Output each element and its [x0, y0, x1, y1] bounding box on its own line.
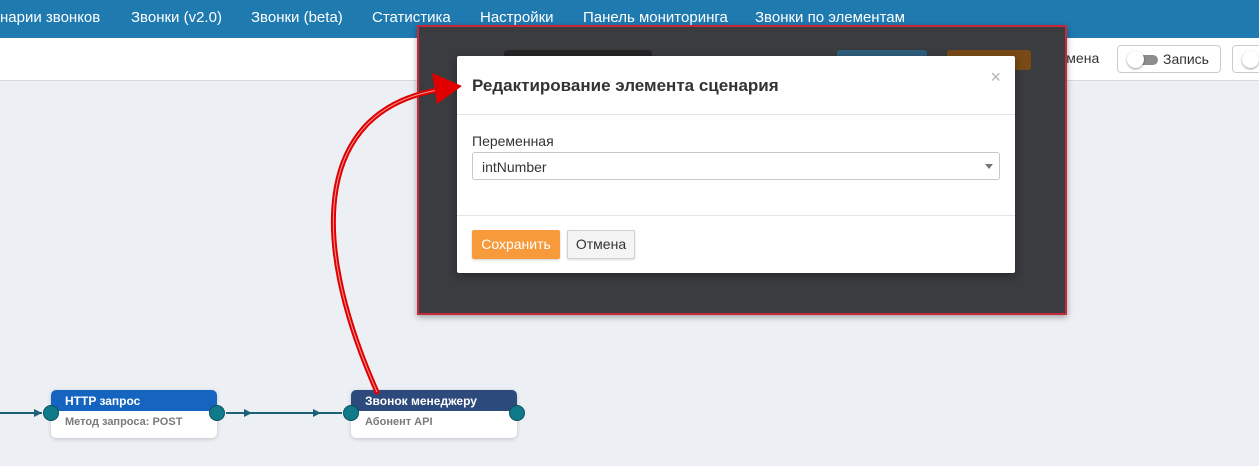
- arrowhead-icon: [432, 73, 462, 104]
- arrow-highlight: [332, 89, 439, 393]
- arrow-curve: [330, 87, 441, 395]
- annotation-arrow: [330, 73, 462, 395]
